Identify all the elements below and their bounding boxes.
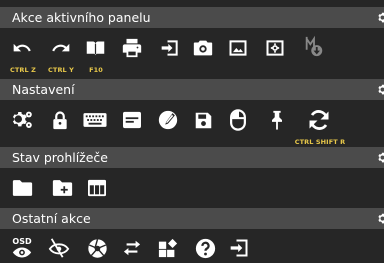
book-shortcut-label: F10 (89, 66, 103, 74)
undo-button[interactable] (7, 33, 37, 63)
gears-icon (12, 111, 32, 128)
open-folder-button[interactable] (7, 173, 37, 203)
aperture-button[interactable] (82, 233, 112, 263)
save-button[interactable] (188, 105, 218, 135)
undo-icon (13, 43, 31, 52)
gear-icon[interactable] (377, 84, 384, 95)
sign-in-button[interactable] (155, 33, 185, 63)
section-title: Akce aktivního panelu (12, 10, 151, 25)
keyboard-button[interactable] (80, 105, 110, 135)
osd-toggle-button[interactable]: OSD (7, 233, 37, 263)
export-button[interactable] (224, 233, 254, 263)
section-header-other-actions[interactable]: Ostatní akce (0, 208, 384, 229)
lock-icon (53, 111, 67, 130)
new-folder-icon (52, 180, 72, 196)
card-button[interactable] (117, 105, 147, 135)
export-icon (230, 239, 248, 257)
aperture-icon (87, 238, 107, 258)
mouse-icon (230, 109, 246, 131)
section-header-panel-actions[interactable]: Akce aktivního panelu (0, 7, 384, 28)
gear-icon[interactable] (377, 12, 384, 23)
new-folder-button[interactable] (47, 173, 77, 203)
camera-icon (193, 40, 213, 56)
screenshot-button[interactable] (188, 33, 218, 63)
pin-button[interactable] (262, 105, 292, 135)
undo-shortcut-label: CTRL Z (10, 66, 36, 74)
osd-label: OSD (12, 236, 32, 246)
eye-slash-icon (48, 238, 70, 258)
redo-icon (52, 43, 70, 52)
save-icon (195, 112, 211, 128)
split-view-button[interactable] (299, 32, 329, 62)
widgets-icon (158, 238, 178, 258)
widgets-button[interactable] (153, 233, 183, 263)
lock-button[interactable] (45, 105, 75, 135)
gear-icon[interactable] (377, 213, 384, 224)
image-settings-button[interactable] (260, 33, 290, 63)
table-icon (88, 179, 106, 197)
gear-icon[interactable] (377, 152, 384, 163)
split-view-icon (305, 35, 323, 57)
section-title: Ostatní akce (12, 211, 91, 226)
table-view-button[interactable] (82, 173, 112, 203)
pin-icon (272, 110, 282, 130)
reload-icon (309, 110, 329, 130)
help-icon (195, 238, 215, 258)
settings-gears-button[interactable] (7, 105, 37, 135)
mouse-button[interactable] (223, 105, 253, 135)
sign-in-icon (161, 40, 178, 56)
card-icon (123, 111, 141, 129)
help-button[interactable] (190, 233, 220, 263)
image-icon (229, 40, 247, 56)
swap-button[interactable] (117, 233, 147, 263)
reload-button[interactable] (304, 105, 334, 135)
print-icon (122, 38, 142, 58)
section-header-settings[interactable]: Nastavení (0, 79, 384, 100)
folder-icon (12, 180, 32, 196)
open-book-button[interactable] (80, 33, 110, 63)
redo-shortcut-label: CTRL Y (48, 66, 74, 74)
print-button[interactable] (117, 33, 147, 63)
book-icon (86, 41, 104, 55)
hide-button[interactable] (44, 233, 74, 263)
section-header-browser-state[interactable]: Stav prohlížeče (0, 147, 384, 168)
image-settings-icon (266, 40, 284, 56)
section-title: Stav prohlížeče (12, 150, 108, 165)
theme-icon (158, 110, 178, 130)
section-title: Nastavení (12, 82, 75, 97)
eye-icon (12, 247, 32, 257)
reload-shortcut-label: CTRL SHIFT R (294, 138, 346, 146)
redo-button[interactable] (46, 33, 76, 63)
exchange-icon (123, 240, 141, 256)
image-button[interactable] (223, 33, 253, 63)
keyboard-icon (83, 113, 107, 127)
theme-button[interactable] (153, 105, 183, 135)
